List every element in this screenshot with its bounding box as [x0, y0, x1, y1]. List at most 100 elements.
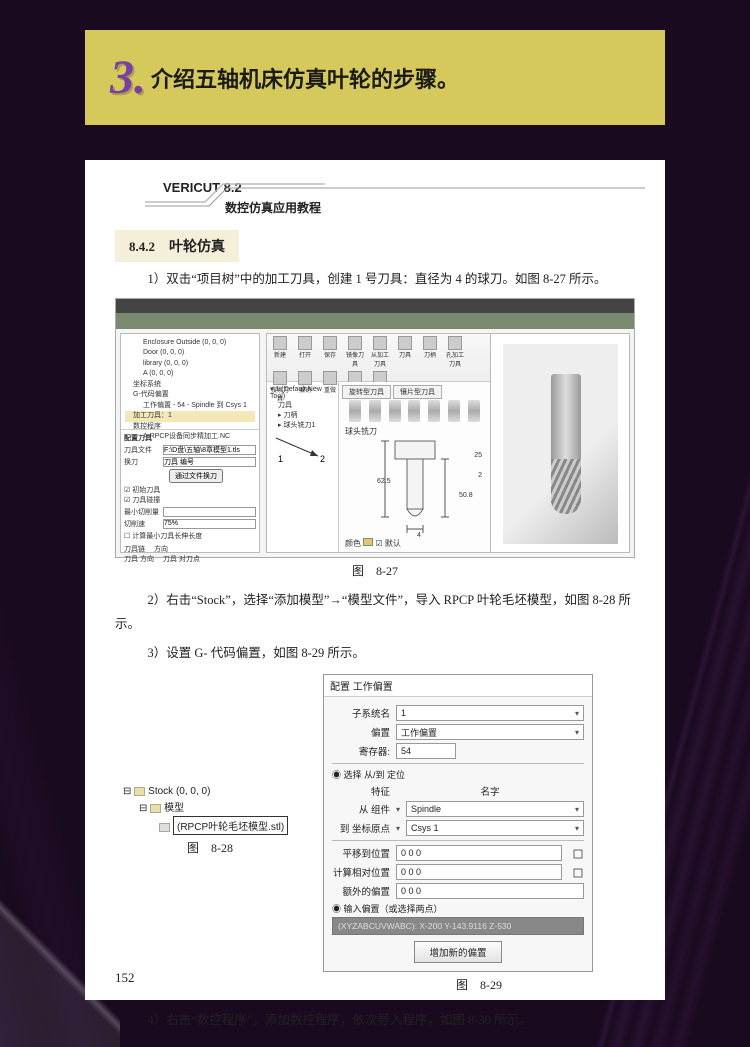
- tool-type-icon[interactable]: [448, 400, 460, 422]
- link[interactable]: 刀具 对刀点: [163, 556, 200, 563]
- toolbar-button[interactable]: 刀具: [394, 336, 416, 368]
- tool-drawing-area: 旋转型刀具 镶片型刀具 球头铣刀: [339, 382, 490, 552]
- dim-value[interactable]: 62.5: [377, 478, 391, 485]
- tool-type-icon[interactable]: [408, 400, 420, 422]
- position-mode-radio[interactable]: ◉ 选择 从/到 定位: [332, 768, 584, 781]
- to-csys-select[interactable]: Csys 1▾: [406, 820, 584, 836]
- tool-type-icon[interactable]: [389, 400, 401, 422]
- translate-input[interactable]: 0 0 0: [396, 845, 562, 861]
- dim-value[interactable]: 4: [417, 532, 421, 539]
- field-label: 子系统名: [332, 706, 390, 720]
- file-change-button[interactable]: 通过文件换刀: [169, 469, 223, 483]
- tree-item[interactable]: ▸ 刀柄: [278, 410, 335, 420]
- figure-8-28: ⊟ Stock (0, 0, 0) ⊟ 模型 (RPCP叶轮毛坯模型.stl): [115, 786, 295, 835]
- from-component-select[interactable]: Spindle▾: [406, 801, 584, 817]
- field-label: 额外的偏置: [332, 884, 390, 898]
- tree-item[interactable]: G-代码偏置: [125, 390, 255, 401]
- field-label: 偏置: [332, 725, 390, 739]
- figure-8-29: 配置 工作偏置 子系统名1▾ 偏置工作偏置▾ 寄存器:54 ◉ 选择 从/到 定…: [323, 674, 593, 972]
- tree-node-stock[interactable]: ⊟ Stock (0, 0, 0): [123, 786, 295, 797]
- field-label: 切削速: [124, 519, 160, 529]
- step-banner: 3. 介绍五轴机床仿真叶轮的步骤。: [85, 30, 665, 125]
- reset-icon[interactable]: [572, 866, 584, 878]
- toolbar-button[interactable]: 孔加工刀具: [444, 336, 466, 368]
- tool-file-input[interactable]: [163, 445, 256, 455]
- book-page: VERICUT 8.2 数控仿真应用教程 8.4.2 叶轮仿真 1）双击“项目树…: [85, 160, 665, 1000]
- tool-type-icon[interactable]: [349, 400, 361, 422]
- figure-8-27: Enclosure Outside (0, 0, 0) Door (0, 0, …: [115, 298, 635, 558]
- tool-icon-row: [345, 400, 484, 422]
- subsystem-select[interactable]: 1▾: [396, 705, 584, 721]
- tool-type-icon[interactable]: [428, 400, 440, 422]
- chevron-down-icon: ▾: [575, 824, 579, 833]
- tool-dimension-diagram: [355, 437, 475, 537]
- tree-item[interactable]: 坐标系统: [125, 380, 255, 391]
- field-label: 到 坐标原点: [332, 821, 390, 835]
- chevron-down-icon: ▾: [396, 824, 400, 833]
- tree-item[interactable]: 刀具: [278, 400, 335, 410]
- stock-tree[interactable]: ⊟ Stock (0, 0, 0) ⊟ 模型 (RPCP叶轮毛坯模型.stl): [115, 786, 295, 835]
- extra-offset-input[interactable]: 0 0 0: [396, 883, 584, 899]
- render-viewport[interactable]: [503, 344, 618, 544]
- tool-change-input[interactable]: [163, 457, 256, 467]
- section-title: 叶轮仿真: [169, 240, 225, 255]
- chevron-down-icon: ▾: [575, 709, 579, 718]
- link[interactable]: 刀具链: [124, 546, 145, 553]
- section-number: 8.4.2: [129, 239, 155, 254]
- chevron-down-icon: ▾: [575, 805, 579, 814]
- toolbar-button[interactable]: 打开: [294, 336, 316, 368]
- banner-number: 3.: [110, 50, 146, 105]
- checkbox-row[interactable]: ☑ 初始刀具: [124, 485, 256, 495]
- add-offset-button[interactable]: 增加新的偏置: [414, 941, 501, 963]
- toolbar-button[interactable]: 保存: [319, 336, 341, 368]
- file-icon: [159, 823, 170, 832]
- tool-type-icon[interactable]: [468, 400, 480, 422]
- offset-select[interactable]: 工作偏置▾: [396, 724, 584, 740]
- min-cut-input[interactable]: [163, 507, 256, 517]
- tool-label: 球头铣刀: [345, 426, 377, 437]
- reset-icon[interactable]: [572, 847, 584, 859]
- checkbox-row[interactable]: ☑ 刀具碰撞: [124, 495, 256, 505]
- figure-caption: 图 8-28: [115, 839, 305, 856]
- tree-item[interactable]: library (0, 0, 0): [125, 359, 255, 370]
- tree-item[interactable]: Enclosure Outside (0, 0, 0): [125, 338, 255, 349]
- section-heading: 8.4.2 叶轮仿真: [115, 230, 239, 262]
- tree-item[interactable]: 工作偏置 - 54 - Spindle 到 Csys 1: [125, 401, 255, 412]
- toolbar-button[interactable]: 镜像刀具: [344, 336, 366, 368]
- tree-item[interactable]: Door (0, 0, 0): [125, 348, 255, 359]
- tool-type-icon[interactable]: [369, 400, 381, 422]
- tree-root[interactable]: ▾ 1 (Default New Tool): [270, 385, 335, 400]
- toolbar-button[interactable]: 刀柄: [419, 336, 441, 368]
- tree-node-model[interactable]: ⊟ 模型: [123, 799, 295, 814]
- endmill-3d-icon: [551, 374, 581, 514]
- field-label: 换刀: [124, 457, 160, 467]
- chevron-down-icon: ▾: [396, 805, 400, 814]
- field-label: 平移到位置: [332, 846, 390, 860]
- link[interactable]: 方向: [154, 546, 168, 553]
- dim-value[interactable]: 50.8: [459, 492, 473, 499]
- svg-text:2: 2: [320, 454, 325, 464]
- tab-insert[interactable]: 镶片型刀具: [393, 385, 442, 399]
- color-picker-row[interactable]: 颜色 ☑ 默认: [345, 538, 401, 549]
- input-offset-radio[interactable]: ◉ 输入偏置（或选择两点）: [332, 902, 584, 915]
- step-4-text: 4）右击“数控程序”，添加数控程序，依次导入程序，如图 8-30 所示。: [115, 1009, 635, 1033]
- project-tree[interactable]: Enclosure Outside (0, 0, 0) Door (0, 0, …: [121, 334, 259, 430]
- tool-type-tabs: 旋转型刀具 镶片型刀具: [339, 382, 490, 402]
- calc-checkbox[interactable]: ☐ 计算最小刀具长伸长度: [124, 531, 256, 541]
- register-input[interactable]: 54: [396, 743, 456, 759]
- toolbar-button[interactable]: 从加工刀具: [369, 336, 391, 368]
- step-2-text: 2）右击“Stock”，选择“添加模型”→“模型文件”，导入 RPCP 叶轮毛坯…: [115, 589, 635, 637]
- tab-rotary[interactable]: 旋转型刀具: [342, 385, 391, 399]
- toolbar-button[interactable]: 新建: [269, 336, 291, 368]
- dim-value[interactable]: 25: [474, 452, 482, 459]
- relative-input[interactable]: 0 0 0: [396, 864, 562, 880]
- speed-input[interactable]: [163, 519, 256, 529]
- tree-item[interactable]: ▸ 球头铣刀1: [278, 420, 335, 430]
- dim-value[interactable]: 2: [478, 472, 482, 479]
- ribbon-icon: [145, 180, 645, 208]
- tool-tree[interactable]: ▾ 1 (Default New Tool) 刀具 ▸ 刀柄 ▸ 球头铣刀1 1…: [267, 382, 339, 552]
- tree-node-file[interactable]: (RPCP叶轮毛坯模型.stl): [123, 816, 295, 835]
- tree-item-selected[interactable]: 加工刀具：1: [125, 411, 255, 422]
- link[interactable]: 刀具 方向: [124, 556, 154, 563]
- tree-item[interactable]: A (0, 0, 0): [125, 369, 255, 380]
